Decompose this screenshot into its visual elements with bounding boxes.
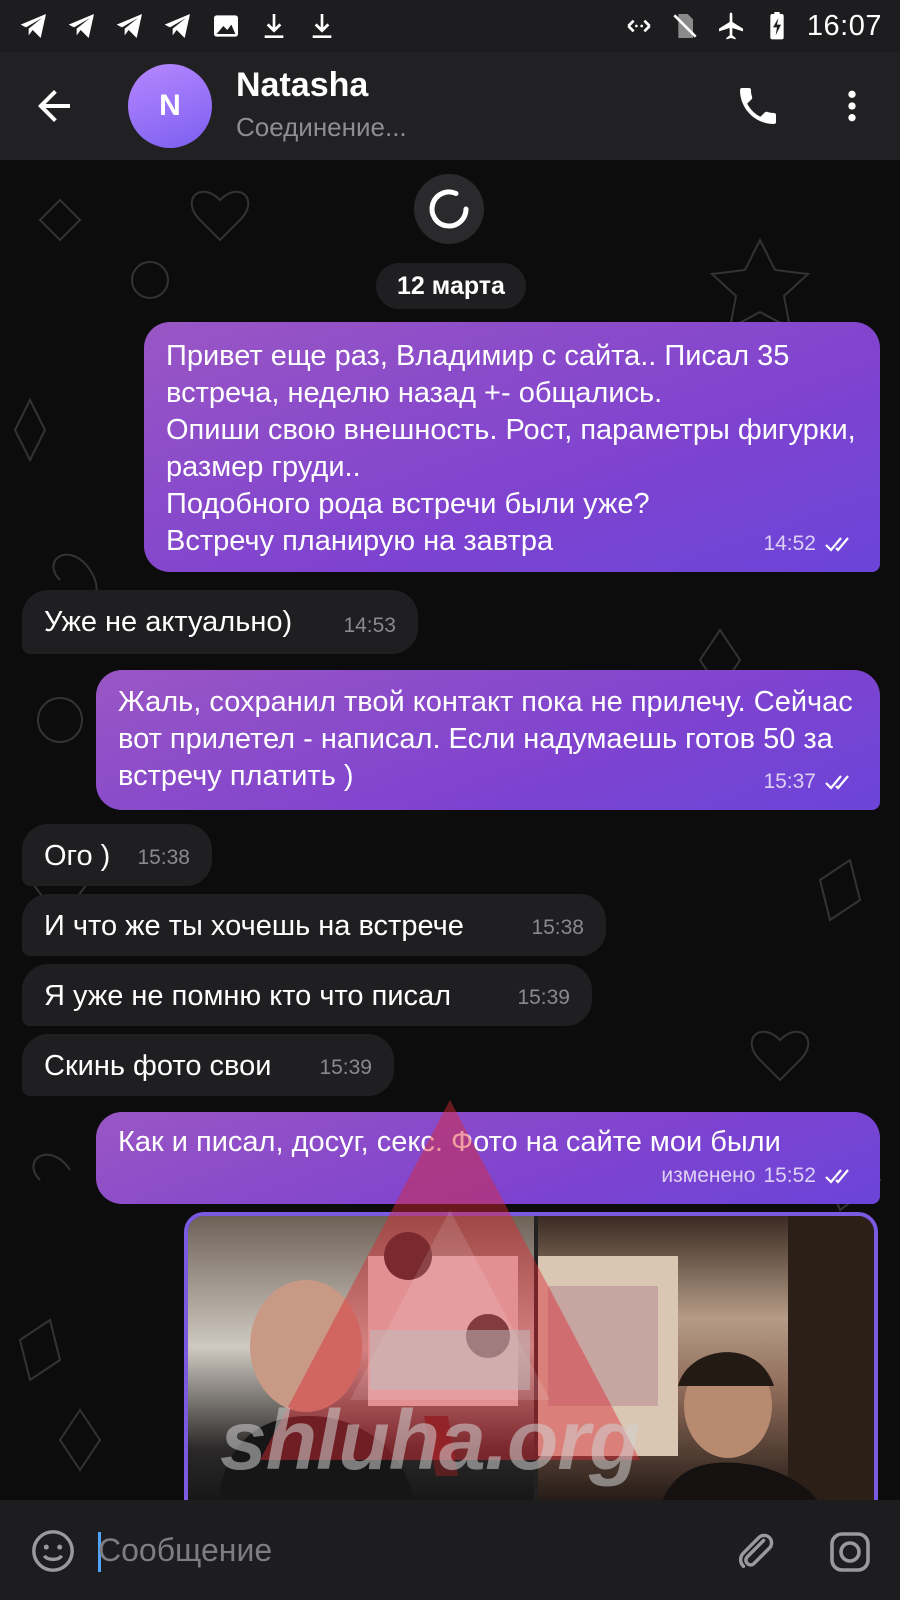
message-text: Привет еще раз, Владимир с сайта.. Писал… xyxy=(166,340,856,557)
message-meta: 14:53 xyxy=(343,607,396,644)
message-bubble-incoming[interactable]: Уже не актуально) 14:53 xyxy=(22,590,418,654)
message-meta: 14:52 xyxy=(763,525,858,562)
phone-icon[interactable] xyxy=(734,82,782,130)
loading-spinner xyxy=(414,174,484,244)
message-input[interactable] xyxy=(98,1522,698,1578)
paperclip-icon[interactable] xyxy=(732,1528,778,1574)
message-meta: 15:38 xyxy=(531,909,584,946)
double-check-icon xyxy=(825,1168,849,1184)
message-input-bar xyxy=(0,1500,900,1600)
message-meta: 15:37 xyxy=(763,763,858,800)
watermark-text: shluha.org xyxy=(220,1393,640,1487)
message-bubble-incoming[interactable]: Я уже не помню кто что писал 15:39 xyxy=(22,964,592,1026)
message-text: Я уже не помню кто что писал xyxy=(44,980,452,1012)
message-text: И что же ты хочешь на встрече xyxy=(44,910,464,942)
chat-header: N Natasha Соединение... xyxy=(0,52,900,160)
message-time: 15:52 xyxy=(763,1164,816,1187)
message-bubble-outgoing[interactable]: Жаль, сохранил твой контакт пока не прил… xyxy=(96,670,880,810)
telegram-icon xyxy=(20,14,46,38)
telegram-icon xyxy=(164,14,190,38)
status-bar: 16:07 xyxy=(0,0,900,52)
message-time: 14:52 xyxy=(763,532,816,555)
system-icons: 16:07 xyxy=(623,10,882,43)
message-meta: изменено 15:52 xyxy=(661,1157,858,1194)
message-bubble-incoming[interactable]: Ого ) 15:38 xyxy=(22,824,212,886)
message-bubble-outgoing[interactable]: Привет еще раз, Владимир с сайта.. Писал… xyxy=(144,322,880,572)
message-meta: 15:39 xyxy=(319,1049,372,1086)
message-meta: 15:38 xyxy=(137,839,190,876)
emoji-icon[interactable] xyxy=(30,1528,76,1574)
more-vertical-icon[interactable] xyxy=(832,82,872,130)
message-meta: 15:39 xyxy=(517,979,570,1016)
message-text: Уже не актуально) xyxy=(44,606,293,638)
notification-icons xyxy=(18,10,338,42)
camera-icon[interactable] xyxy=(826,1528,874,1576)
download-icon xyxy=(312,14,332,38)
double-check-icon xyxy=(825,774,849,790)
date-separator: 12 марта xyxy=(376,263,526,309)
back-arrow-icon[interactable] xyxy=(30,82,78,130)
clock: 16:07 xyxy=(806,9,882,42)
telegram-icon xyxy=(68,14,94,38)
message-text: Жаль, сохранил твой контакт пока не прил… xyxy=(118,686,853,792)
battery-charging-icon xyxy=(770,12,784,40)
download-icon xyxy=(264,14,284,38)
message-time: 15:38 xyxy=(531,916,584,939)
nfc-icon xyxy=(627,19,651,33)
message-time: 15:38 xyxy=(137,846,190,869)
double-check-icon xyxy=(825,536,849,552)
message-time: 15:37 xyxy=(763,770,816,793)
chat-area[interactable]: 12 марта Привет еще раз, Владимир с сайт… xyxy=(0,160,900,1500)
message-bubble-incoming[interactable]: Скинь фото свои 15:39 xyxy=(22,1034,394,1096)
message-time: 15:39 xyxy=(319,1056,372,1079)
edited-label: изменено xyxy=(661,1164,756,1187)
gallery-icon xyxy=(214,15,238,37)
message-text: Как и писал, досуг, секс. Фото на сайте … xyxy=(118,1126,781,1158)
message-time: 15:39 xyxy=(517,986,570,1009)
airplane-icon xyxy=(718,12,743,40)
avatar-initial: N xyxy=(159,89,181,122)
no-sim-icon xyxy=(673,14,697,38)
message-bubble-incoming[interactable]: И что же ты хочешь на встрече 15:38 xyxy=(22,894,606,956)
telegram-icon xyxy=(116,14,142,38)
avatar[interactable]: N xyxy=(128,64,212,148)
message-time: 14:53 xyxy=(343,614,396,637)
message-bubble-outgoing[interactable]: Как и писал, досуг, секс. Фото на сайте … xyxy=(96,1112,880,1204)
connection-status: Соединение... xyxy=(236,112,407,142)
contact-name[interactable]: Natasha xyxy=(236,66,368,105)
